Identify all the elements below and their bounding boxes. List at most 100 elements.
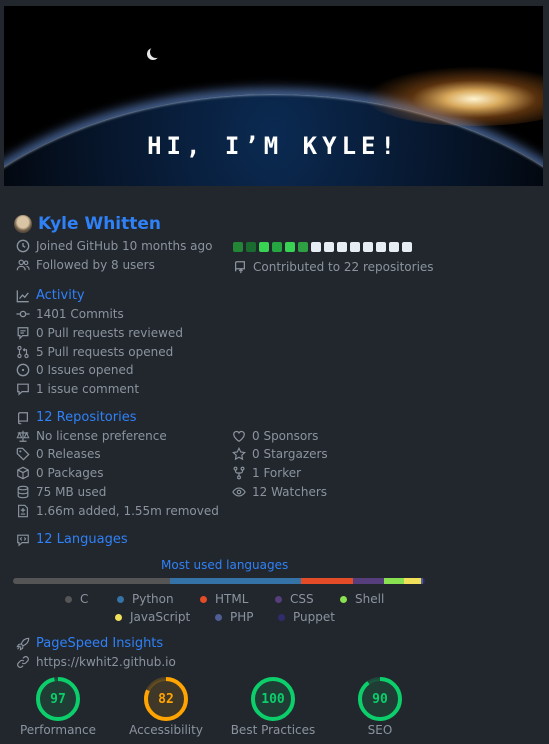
calendar-day — [402, 242, 412, 252]
clock-icon — [16, 239, 30, 253]
calendar-day — [285, 242, 295, 252]
score-value: 97 — [50, 691, 66, 707]
legend-label: HTML — [215, 592, 249, 606]
avatar — [14, 215, 32, 233]
repositories-heading[interactable]: 12 Repositories — [16, 410, 137, 425]
score-label: Accessibility — [129, 723, 203, 737]
legend-label: C — [80, 592, 89, 606]
score-gauge: 97 — [35, 676, 81, 722]
language-segment — [169, 578, 302, 584]
legend-dot — [117, 595, 124, 603]
sponsors-row: 0 Sponsors — [232, 429, 318, 443]
languages-heading[interactable]: 12 Languages — [16, 532, 128, 547]
pagespeed-title[interactable]: PageSpeed Insights — [36, 636, 163, 651]
storage-text: 75 MB used — [36, 485, 107, 499]
heart-icon — [232, 429, 246, 443]
contributed-row: Contributed to 22 repositories — [233, 260, 434, 274]
issues-opened-text: 0 Issues opened — [36, 363, 134, 377]
language-segment — [13, 578, 170, 584]
calendar-day — [376, 242, 386, 252]
stargazers-row: 0 Stargazers — [232, 447, 328, 461]
package-icon — [16, 466, 30, 480]
language-segment — [383, 578, 405, 584]
legend-label: Shell — [355, 592, 385, 606]
storage-row: 75 MB used — [16, 485, 106, 499]
score-value: 90 — [372, 691, 388, 707]
rocket-icon — [16, 637, 30, 651]
legend-label: JavaScript — [130, 610, 191, 624]
legend-label: Python — [132, 592, 174, 606]
header-banner: HI, I’M KYLE! — [4, 6, 543, 186]
calendar-day — [298, 242, 308, 252]
language-segment — [352, 578, 384, 584]
graph-icon — [16, 289, 30, 303]
issues-opened-row: 0 Issues opened — [16, 363, 134, 377]
legend-dot — [278, 613, 285, 621]
legend-dot — [65, 595, 72, 603]
legend-dot — [200, 595, 207, 603]
legend-label: CSS — [290, 592, 314, 606]
issue-comment-row: 1 issue comment — [16, 382, 139, 396]
stargazers-text: 0 Stargazers — [252, 447, 328, 461]
issue-comment-text: 1 issue comment — [36, 382, 140, 396]
language-segment — [404, 578, 421, 584]
prs-opened-row: 5 Pull requests opened — [16, 345, 173, 359]
calendar-day — [259, 242, 269, 252]
calendar-day — [233, 242, 243, 252]
score-gauge: 90 — [357, 676, 403, 722]
site-url[interactable]: https://kwhit2.github.io — [36, 655, 176, 669]
profile-card: HI, I’M KYLE! Kyle Whitten Joined GitHub… — [0, 0, 549, 744]
languages-caption: Most used languages — [161, 558, 289, 572]
language-bar — [13, 578, 425, 584]
calendar-day — [350, 242, 360, 252]
releases-row: 0 Releases — [16, 447, 101, 461]
calendar-day — [363, 242, 373, 252]
prs-reviewed-text: 0 Pull requests reviewed — [36, 326, 183, 340]
joined-row: Joined GitHub 10 months ago — [16, 239, 212, 253]
people-icon — [16, 258, 30, 272]
legend-dot — [275, 595, 282, 603]
calendar-day — [324, 242, 334, 252]
watchers-text: 12 Watchers — [252, 485, 328, 499]
score-label: Performance — [19, 723, 97, 737]
legend-item: Puppet — [278, 610, 335, 624]
score-value: 100 — [261, 691, 285, 707]
languages-title[interactable]: 12 Languages — [36, 532, 128, 547]
packages-text: 0 Packages — [36, 466, 104, 480]
legend-item: PHP — [215, 610, 254, 624]
site-url-row[interactable]: https://kwhit2.github.io — [16, 655, 176, 669]
profile-name-row[interactable]: Kyle Whitten — [14, 214, 161, 234]
language-segment — [422, 578, 425, 584]
followers-row: Followed by 8 users — [16, 258, 155, 272]
repositories-title[interactable]: 12 Repositories — [36, 410, 137, 425]
pagespeed-heading[interactable]: PageSpeed Insights — [16, 636, 163, 651]
legend-dot — [115, 613, 122, 621]
legend-dot — [215, 613, 222, 621]
star-icon — [232, 447, 246, 461]
sponsors-text: 0 Sponsors — [252, 429, 319, 443]
activity-heading[interactable]: Activity — [16, 288, 85, 303]
activity-title[interactable]: Activity — [36, 288, 85, 303]
followers-text: Followed by 8 users — [36, 258, 155, 272]
commits-text: 1401 Commits — [36, 307, 124, 321]
diff-icon — [16, 504, 30, 518]
profile-name[interactable]: Kyle Whitten — [38, 214, 161, 234]
contributed-text: Contributed to 22 repositories — [253, 260, 434, 274]
code-square-icon — [16, 533, 30, 547]
packages-row: 0 Packages — [16, 466, 103, 480]
tag-icon — [16, 447, 30, 461]
contribution-calendar — [233, 242, 412, 252]
legend-item: JavaScript — [115, 610, 190, 624]
calendar-day — [246, 242, 256, 252]
prs-reviewed-row: 0 Pull requests reviewed — [16, 326, 183, 340]
score-label: SEO — [367, 723, 393, 737]
score-value: 82 — [158, 691, 174, 707]
license-row: No license preference — [16, 429, 167, 443]
forker-row: 1 Forker — [232, 466, 301, 480]
calendar-day — [389, 242, 399, 252]
prs-opened-text: 5 Pull requests opened — [36, 345, 174, 359]
joined-text: Joined GitHub 10 months ago — [36, 239, 213, 253]
legend-item: CSS — [275, 592, 314, 606]
eye-icon — [232, 485, 246, 499]
score-gauge: 82 — [143, 676, 189, 722]
